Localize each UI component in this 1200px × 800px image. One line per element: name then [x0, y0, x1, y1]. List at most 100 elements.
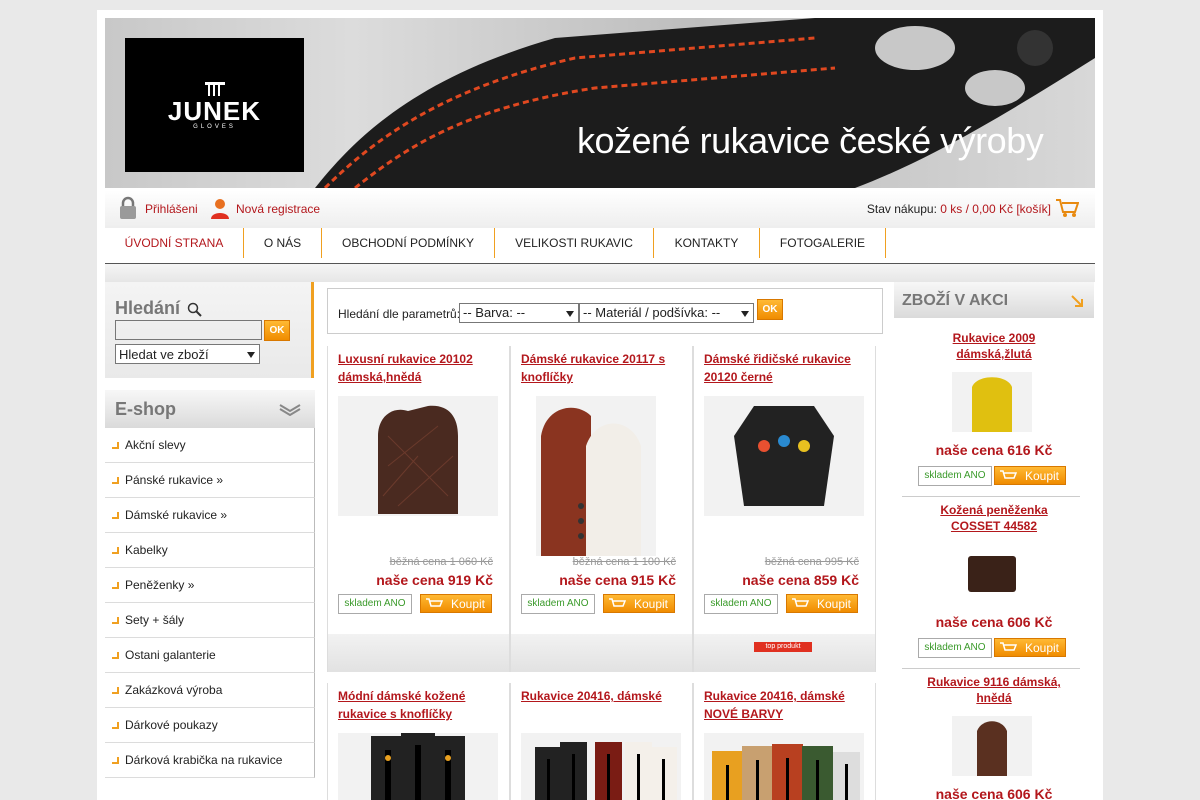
- product-price: naše cena 859 Kč: [742, 572, 859, 588]
- product-image[interactable]: [521, 733, 681, 800]
- category-women-gloves[interactable]: Dámské rukavice »: [105, 498, 315, 533]
- sale-item-name[interactable]: Kožená peněženka COSSET 44582: [914, 502, 1074, 534]
- category-gift-box[interactable]: Dárková krabička na rukavice: [105, 743, 315, 778]
- sale-separator: [902, 496, 1080, 497]
- buy-button[interactable]: Koupit: [786, 594, 858, 613]
- sale-item: Rukavice 2009 dámská,žlutá naše cena 616…: [894, 328, 1094, 497]
- login-link[interactable]: Přihlášeni: [145, 202, 198, 216]
- magnifier-icon: [187, 302, 202, 317]
- product-image[interactable]: [338, 733, 498, 800]
- logo-subtext: GLOVES: [193, 124, 236, 130]
- buy-button-label: Koupit: [450, 597, 485, 611]
- cart-icon: [792, 598, 809, 607]
- buy-button-label: Koupit: [1024, 641, 1059, 655]
- main-nav: ÚVODNÍ STRANA O NÁS OBCHODNÍ PODMÍNKY VE…: [105, 228, 1095, 264]
- chevron-down-icon: [247, 352, 255, 358]
- sale-item-image[interactable]: [952, 716, 1032, 776]
- product-card: Rukavice 20416, dámské NOVÉ BARVY: [693, 683, 876, 800]
- sale-header: ZBOŽÍ V AKCI: [894, 282, 1094, 318]
- register-link[interactable]: Nová registrace: [236, 202, 320, 216]
- cart-icon: [1000, 642, 1017, 651]
- sale-item-image[interactable]: [952, 544, 1032, 604]
- category-other[interactable]: Ostani galanterie: [105, 638, 315, 673]
- cart-label: Stav nákupu:: [866, 202, 937, 216]
- stock-status: skladem ANO: [521, 594, 595, 614]
- cart-icon: [1000, 470, 1017, 479]
- buy-button-label: Koupit: [1024, 469, 1059, 483]
- search-scope-value: Hledat ve zboží: [119, 347, 209, 362]
- category-handbags[interactable]: Kabelky: [105, 533, 315, 568]
- product-card: Luxusní rukavice 20102 dámská,hnědá běžn…: [327, 346, 510, 672]
- nav-terms[interactable]: OBCHODNÍ PODMÍNKY: [322, 228, 495, 258]
- product-price: naše cena 919 Kč: [376, 572, 493, 588]
- cart-link[interactable]: 0 ks / 0,00 Kč [košík]: [940, 202, 1051, 216]
- double-chevron-down-icon[interactable]: [279, 402, 301, 416]
- product-name[interactable]: Luxusní rukavice 20102 dámská,hnědá: [338, 350, 503, 386]
- category-men-gloves[interactable]: Pánské rukavice »: [105, 463, 315, 498]
- search-input[interactable]: [115, 320, 262, 340]
- stock-status: skladem ANO: [704, 594, 778, 614]
- product-name[interactable]: Dámské řidičské rukavice 20120 černé: [704, 350, 869, 386]
- parameter-ok-button[interactable]: OK: [757, 299, 783, 320]
- banner-glove-image: [315, 18, 1095, 188]
- product-name[interactable]: Rukavice 20416, dámské NOVÉ BARVY: [704, 687, 869, 723]
- search-scope-select[interactable]: Hledat ve zboží: [115, 344, 260, 364]
- product-card: Dámské rukavice 20117 s knoflíčky běžná …: [510, 346, 693, 672]
- product-image[interactable]: [536, 396, 656, 556]
- material-select[interactable]: -- Materiál / podšívka: --: [579, 303, 754, 323]
- color-select-value: -- Barva: --: [463, 305, 526, 320]
- category-sets-scarves[interactable]: Sety + šály: [105, 603, 315, 638]
- buy-button[interactable]: Koupit: [420, 594, 492, 613]
- buy-button[interactable]: Koupit: [994, 638, 1066, 657]
- chevron-down-icon: [566, 311, 574, 317]
- category-sale[interactable]: Akční slevy: [105, 428, 315, 463]
- buy-button-label: Koupit: [633, 597, 668, 611]
- buy-button-label: Koupit: [816, 597, 851, 611]
- product-image[interactable]: [704, 733, 864, 800]
- nav-about[interactable]: O NÁS: [244, 228, 322, 258]
- banner-slogan: kožené rukavice české výroby: [577, 120, 1044, 161]
- cart-icon: [609, 598, 626, 607]
- product-card-footer: [328, 634, 509, 672]
- nav-gallery[interactable]: FOTOGALERIE: [760, 228, 886, 258]
- sale-item-name[interactable]: Rukavice 9116 dámská, hnědá: [914, 674, 1074, 706]
- stock-status: skladem ANO: [338, 594, 412, 614]
- sale-item-name[interactable]: Rukavice 2009 dámská,žlutá: [914, 330, 1074, 362]
- nav-sizes[interactable]: VELIKOSTI RUKAVIC: [495, 228, 654, 258]
- product-card: Módní dámské kožené rukavice s knoflíčky: [327, 683, 510, 800]
- arrow-down-right-icon: [1071, 295, 1083, 307]
- logo[interactable]: JUNEK GLOVES: [125, 38, 304, 172]
- sale-separator: [902, 668, 1080, 669]
- product-old-price: běžná cena 1 060 Kč: [389, 556, 493, 568]
- nav-home[interactable]: ÚVODNÍ STRANA: [105, 228, 244, 258]
- buy-button[interactable]: Koupit: [603, 594, 675, 613]
- color-select[interactable]: -- Barva: --: [459, 303, 579, 323]
- category-gift-vouchers[interactable]: Dárkové poukazy: [105, 708, 315, 743]
- sale-title: ZBOŽÍ V AKCI: [902, 292, 1009, 309]
- top-product-badge: top produkt: [754, 642, 812, 652]
- buy-button[interactable]: Koupit: [994, 466, 1066, 485]
- product-price: naše cena 915 Kč: [559, 572, 676, 588]
- product-card: Dámské řidičské rukavice 20120 černé běž…: [693, 346, 876, 672]
- search-panel: Hledání OK Hledat ve zboží: [105, 282, 314, 378]
- product-image[interactable]: [338, 396, 498, 516]
- product-image[interactable]: [704, 396, 864, 516]
- category-list: Akční slevy Pánské rukavice » Dámské ruk…: [105, 428, 315, 778]
- logo-text: JUNEK: [167, 96, 262, 126]
- eshop-header: E-shop: [105, 390, 315, 428]
- cart-icon[interactable]: [1055, 198, 1079, 218]
- category-custom[interactable]: Zakázková výroba: [105, 673, 315, 708]
- search-title: Hledání: [115, 298, 181, 318]
- product-name[interactable]: Módní dámské kožené rukavice s knoflíčky: [338, 687, 503, 723]
- sale-item: Kožená peněženka COSSET 44582 naše cena …: [894, 500, 1094, 669]
- sale-item-image[interactable]: [952, 372, 1032, 432]
- nav-contacts[interactable]: KONTAKTY: [654, 228, 760, 258]
- product-name[interactable]: Dámské rukavice 20117 s knoflíčky: [521, 350, 686, 386]
- search-ok-button[interactable]: OK: [264, 320, 290, 341]
- stock-status: skladem ANO: [918, 638, 992, 658]
- product-name[interactable]: Rukavice 20416, dámské: [521, 687, 686, 705]
- user-bar: Přihlášeni Nová registrace Stav nákupu: …: [105, 190, 1095, 228]
- user-add-icon: [211, 199, 229, 219]
- lock-icon: [120, 196, 136, 219]
- category-wallets[interactable]: Peněženky »: [105, 568, 315, 603]
